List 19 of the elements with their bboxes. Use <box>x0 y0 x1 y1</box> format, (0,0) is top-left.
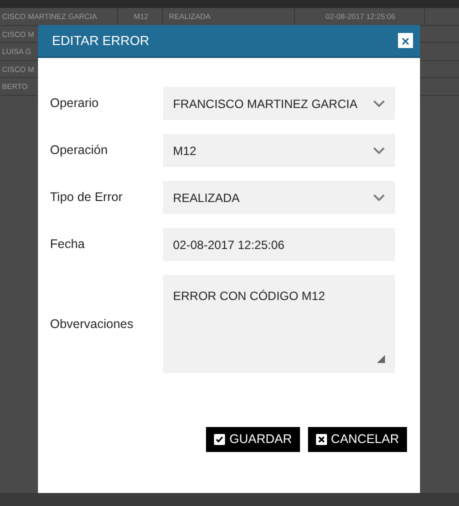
text-area[interactable]: ERROR CON CÓDIGO M12 <box>163 275 395 373</box>
field-label: Operario <box>49 95 100 112</box>
field-label: Operación <box>49 142 109 160</box>
close-button[interactable]: × <box>398 33 413 48</box>
select-field[interactable]: REALIZADA <box>163 181 395 214</box>
select-field[interactable]: FRANCISCO MARTINEZ GARCIA <box>163 87 395 120</box>
chevron-down-icon <box>373 146 385 154</box>
select-field[interactable]: M12 <box>163 134 395 167</box>
resize-handle-icon[interactable] <box>377 355 385 363</box>
field-label: Fecha <box>49 236 86 254</box>
field-label: Obvervaciones <box>49 316 134 333</box>
save-button[interactable]: GUARDAR <box>206 427 300 452</box>
field-label: Tipo de Error <box>49 189 124 206</box>
chevron-down-icon <box>373 100 385 108</box>
input-field[interactable]: 02-08-2017 12:25:06 <box>163 228 395 261</box>
chevron-down-icon <box>373 194 385 202</box>
close-icon <box>316 434 327 445</box>
checkbox-icon <box>214 434 226 445</box>
cancel-button[interactable]: CANCELAR <box>308 427 407 452</box>
